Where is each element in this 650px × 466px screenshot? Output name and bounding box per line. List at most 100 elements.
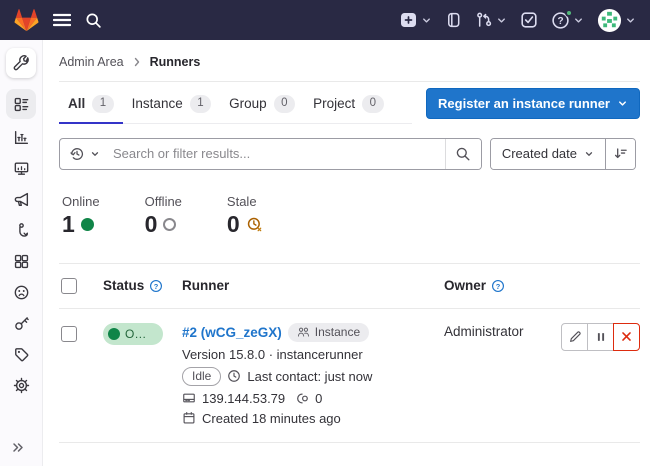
label-tag-icon xyxy=(13,346,30,363)
sidebar-item-deploy-keys[interactable] xyxy=(7,309,35,337)
gitlab-admin-runners-page: ? xyxy=(0,0,650,466)
breadcrumb-admin-area[interactable]: Admin Area xyxy=(59,55,124,69)
stat-online: Online 1 xyxy=(62,194,100,237)
todos-icon[interactable] xyxy=(520,11,538,29)
issues-icon[interactable] xyxy=(445,11,462,29)
sidebar-item-analytics[interactable] xyxy=(7,123,35,151)
hook-icon xyxy=(13,222,30,239)
sidebar-item-admin-area[interactable] xyxy=(6,48,36,78)
chevron-down-icon xyxy=(617,98,628,109)
chevron-down-icon xyxy=(625,15,636,26)
status-help-icon[interactable]: ? xyxy=(149,279,163,293)
owner-cell: Administrator xyxy=(444,323,556,426)
avatar xyxy=(597,8,622,33)
tab-project[interactable]: Project 0 xyxy=(304,84,392,124)
chevron-down-icon xyxy=(90,149,100,159)
tab-all-count: 1 xyxy=(92,95,113,113)
pause-runner-button[interactable] xyxy=(587,323,614,351)
edit-runner-button[interactable] xyxy=(561,323,588,351)
runner-tabs-row: All 1 Instance 1 Group 0 Project 0 xyxy=(59,84,640,124)
topbar-left xyxy=(14,8,102,32)
runner-table-row: Online #2 (wCG_zeGX) Instance Version 15… xyxy=(59,308,640,443)
owner-help-icon[interactable]: ? xyxy=(491,279,505,293)
sidebar-item-labels[interactable] xyxy=(7,340,35,368)
gitlab-logo[interactable] xyxy=(14,8,39,32)
status-badge: Online xyxy=(103,323,163,345)
new-menu-button[interactable] xyxy=(399,11,432,29)
pause-icon xyxy=(595,331,607,343)
online-count: 1 xyxy=(62,212,75,237)
frown-face-icon xyxy=(13,284,30,301)
svg-text:?: ? xyxy=(154,282,159,291)
runner-actions xyxy=(561,323,640,426)
svg-text:?: ? xyxy=(557,16,563,27)
sidebar-collapse-icon[interactable] xyxy=(11,441,25,457)
runner-tabs: All 1 Instance 1 Group 0 Project 0 xyxy=(59,84,412,124)
tab-group[interactable]: Group 0 xyxy=(220,84,304,124)
sidebar-item-abuse-reports[interactable] xyxy=(7,278,35,306)
calendar-icon xyxy=(182,411,196,425)
sort-by-dropdown[interactable]: Created date xyxy=(491,139,605,169)
sidebar-item-system-hooks[interactable] xyxy=(7,216,35,244)
search-submit-icon[interactable] xyxy=(445,139,481,169)
tab-all[interactable]: All 1 xyxy=(59,84,123,124)
sidebar-item-settings[interactable] xyxy=(7,371,35,399)
runner-link[interactable]: #2 (wCG_zeGX) xyxy=(182,325,282,340)
user-menu[interactable] xyxy=(597,8,636,33)
bar-chart-icon xyxy=(13,129,30,146)
search-input[interactable] xyxy=(109,146,445,161)
sort-descending-icon xyxy=(613,146,628,161)
stale-count: 0 xyxy=(227,212,240,237)
stale-clock-icon xyxy=(246,216,263,233)
delete-runner-button[interactable] xyxy=(613,323,640,351)
sort-control: Created date xyxy=(490,138,636,170)
register-instance-runner-button[interactable]: Register an instance runner xyxy=(426,88,640,119)
idle-badge: Idle xyxy=(182,367,221,386)
help-menu[interactable]: ? xyxy=(551,11,584,30)
history-icon xyxy=(69,146,85,162)
runner-ip: 139.144.53.79 xyxy=(202,391,285,406)
chevron-down-icon xyxy=(496,15,507,26)
last-contact-text: Last contact: just now xyxy=(247,369,372,384)
tab-instance-count: 1 xyxy=(190,95,211,113)
sidebar-item-overview[interactable] xyxy=(6,89,36,119)
runner-table-header: Status ? Runner Owner ? xyxy=(59,264,640,308)
sidebar-item-messages[interactable] xyxy=(7,185,35,213)
sidebar-item-monitoring[interactable] xyxy=(7,154,35,182)
breadcrumb: Admin Area Runners xyxy=(59,52,640,72)
online-status-icon xyxy=(81,218,94,231)
stat-stale: Stale 0 xyxy=(227,194,263,237)
search-history-dropdown[interactable] xyxy=(60,139,109,169)
sort-direction-button[interactable] xyxy=(605,139,635,169)
admin-sidebar xyxy=(0,40,43,466)
select-all-checkbox[interactable] xyxy=(61,278,77,294)
clock-icon xyxy=(227,369,241,383)
hamburger-menu-icon[interactable] xyxy=(53,13,71,27)
search-icon[interactable] xyxy=(85,12,102,29)
runner-stats: Online 1 Offline 0 Stale 0 xyxy=(59,194,640,237)
stat-offline: Offline 0 xyxy=(145,194,182,237)
online-dot-icon xyxy=(108,328,120,340)
sidebar-item-applications[interactable] xyxy=(7,247,35,275)
users-icon xyxy=(297,326,310,338)
jobs-count: 0 xyxy=(315,391,322,406)
overview-icon xyxy=(13,96,30,113)
filtered-search-box xyxy=(59,138,482,170)
main-content: Admin Area Runners All 1 Instance 1 xyxy=(43,40,650,466)
merge-requests-menu[interactable] xyxy=(475,11,507,29)
breadcrumb-divider xyxy=(59,81,640,82)
close-x-icon xyxy=(620,330,633,343)
tab-project-count: 0 xyxy=(362,95,383,113)
apps-grid-icon xyxy=(13,253,30,270)
topbar-right: ? xyxy=(399,8,636,33)
tab-instance[interactable]: Instance 1 xyxy=(123,84,220,124)
breadcrumb-runners: Runners xyxy=(150,55,201,69)
chevron-down-icon xyxy=(584,149,594,159)
chevron-down-icon xyxy=(573,15,584,26)
offline-status-icon xyxy=(163,218,176,231)
breadcrumb-chevron-icon xyxy=(133,57,141,67)
row-checkbox[interactable] xyxy=(61,326,77,342)
svg-text:?: ? xyxy=(496,282,501,291)
offline-count: 0 xyxy=(145,212,158,237)
tab-group-count: 0 xyxy=(274,95,295,113)
